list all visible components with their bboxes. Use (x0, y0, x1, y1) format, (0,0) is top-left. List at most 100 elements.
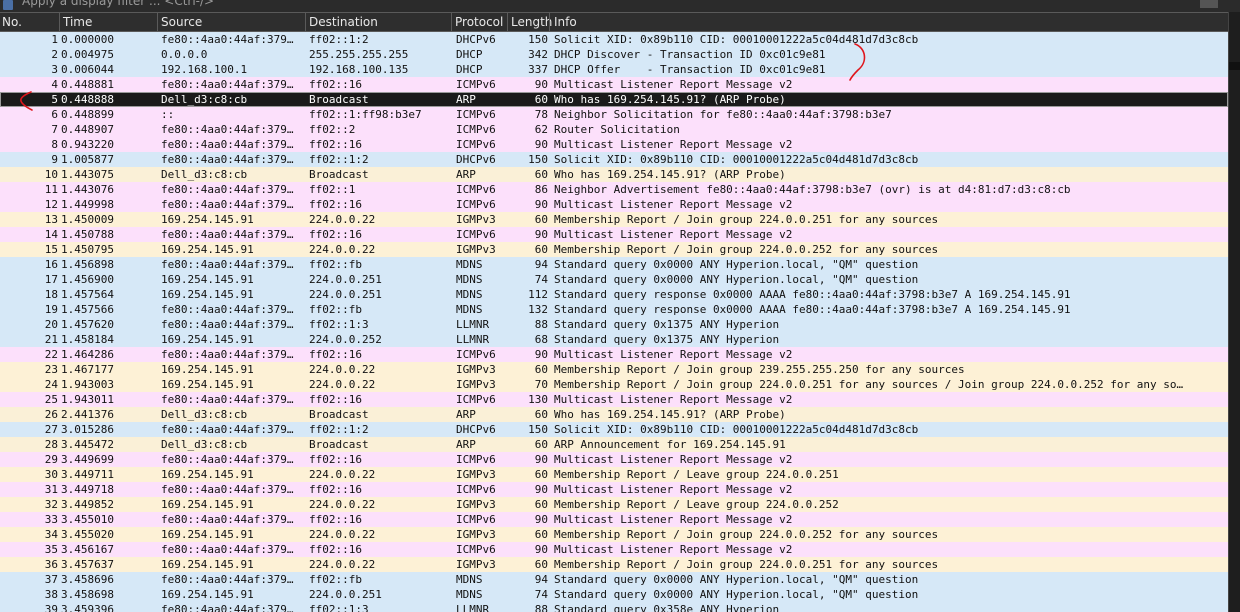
scrollbar-thumb[interactable] (1229, 62, 1240, 70)
packet-source: Dell_d3:c8:cb (161, 93, 248, 106)
packet-list-scrollbar[interactable] (1228, 12, 1240, 612)
packet-row[interactable]: 30 3.449711 169.254.145.91 224.0.0.22 IGMPv3… (0, 467, 1228, 482)
packet-protocol: LLMNR (456, 333, 490, 346)
packet-row[interactable]: 7 0.448907 fe80::4aa0:44af:379… ff02::2 ICMP… (0, 122, 1228, 137)
packet-time: 3.449711 (61, 468, 114, 481)
column-divider[interactable] (305, 13, 306, 31)
packet-row[interactable]: 3 0.006044 192.168.100.1 192.168.100.135 DHC… (0, 62, 1228, 77)
packet-row[interactable]: 39 3.459396 fe80::4aa0:44af:379… ff02::1:3 L… (0, 602, 1228, 612)
packet-length: 60 (534, 168, 548, 181)
packet-row[interactable]: 25 1.943011 fe80::4aa0:44af:379… ff02::16 IC… (0, 392, 1228, 407)
packet-row[interactable]: 26 2.441376 Dell_d3:c8:cb Broadcast ARP 60 Who… (0, 407, 1228, 422)
packet-row[interactable]: 9 1.005877 fe80::4aa0:44af:379… ff02::1:2 DH… (0, 152, 1228, 167)
packet-number: 3 (51, 63, 58, 76)
packet-row[interactable]: 33 3.455010 fe80::4aa0:44af:379… ff02::16 IC… (0, 512, 1228, 527)
packet-row[interactable]: 23 1.467177 169.254.145.91 224.0.0.22 IGMPv3… (0, 362, 1228, 377)
filter-expression-button[interactable] (1200, 0, 1218, 8)
packet-source: 169.254.145.91 (161, 378, 254, 391)
packet-source: 169.254.145.91 (161, 333, 254, 346)
column-divider[interactable] (549, 13, 550, 31)
packet-row[interactable]: 8 0.943220 fe80::4aa0:44af:379… ff02::16 ICM… (0, 137, 1228, 152)
packet-destination: 224.0.0.251 (309, 588, 382, 601)
packet-row[interactable]: 20 1.457620 fe80::4aa0:44af:379… ff02::1:3 L… (0, 317, 1228, 332)
packet-info: Multicast Listener Report Message v2 (554, 78, 793, 91)
column-divider[interactable] (451, 13, 452, 31)
packet-info: Who has 169.254.145.91? (ARP Probe) (554, 93, 786, 106)
bookmark-icon[interactable] (3, 0, 13, 10)
packet-length: 88 (534, 318, 548, 331)
packet-info: Multicast Listener Report Message v2 (554, 228, 793, 241)
packet-row[interactable]: 38 3.458698 169.254.145.91 224.0.0.251 MDNS 7… (0, 587, 1228, 602)
packet-row[interactable]: 29 3.449699 fe80::4aa0:44af:379… ff02::16 IC… (0, 452, 1228, 467)
packet-source: fe80::4aa0:44af:379… (161, 573, 294, 586)
packet-row[interactable]: 21 1.458184 169.254.145.91 224.0.0.252 LLMNR… (0, 332, 1228, 347)
packet-number: 33 (44, 513, 58, 526)
packet-row[interactable]: 12 1.449998 fe80::4aa0:44af:379… ff02::16 IC… (0, 197, 1228, 212)
packet-number: 15 (44, 243, 58, 256)
packet-list[interactable]: 1 0.000000 fe80::4aa0:44af:379… ff02::1:2 DH… (0, 32, 1228, 612)
packet-time: 3.449699 (61, 453, 114, 466)
packet-row[interactable]: 22 1.464286 fe80::4aa0:44af:379… ff02::16 IC… (0, 347, 1228, 362)
packet-info: Standard query 0x1375 ANY Hyperion (554, 318, 780, 331)
packet-info: Multicast Listener Report Message v2 (554, 513, 793, 526)
packet-row-selected[interactable]: 5 0.448888 Dell_d3:c8:cb Broadcast ARP 60 Who … (0, 92, 1228, 107)
packet-info: Multicast Listener Report Message v2 (554, 483, 793, 496)
packet-time: 0.448881 (61, 78, 114, 91)
packet-info: Membership Report / Join group 224.0.0.2… (554, 243, 939, 256)
packet-row[interactable]: 24 1.943003 169.254.145.91 224.0.0.22 IGMPv3… (0, 377, 1228, 392)
packet-length: 112 (528, 288, 548, 301)
column-divider[interactable] (507, 13, 508, 31)
packet-row[interactable]: 15 1.450795 169.254.145.91 224.0.0.22 IGMPv3… (0, 242, 1228, 257)
packet-source: 169.254.145.91 (161, 558, 254, 571)
column-header-info[interactable]: Info (554, 15, 577, 29)
packet-row[interactable]: 31 3.449718 fe80::4aa0:44af:379… ff02::16 IC… (0, 482, 1228, 497)
packet-destination: 224.0.0.251 (309, 288, 382, 301)
packet-length: 94 (534, 258, 548, 271)
packet-length: 60 (534, 213, 548, 226)
column-header-source[interactable]: Source (161, 15, 202, 29)
packet-number: 23 (44, 363, 58, 376)
packet-row[interactable]: 2 0.004975 0.0.0.0 255.255.255.255 DHCP 342 DH… (0, 47, 1228, 62)
packet-number: 38 (44, 588, 58, 601)
packet-row[interactable]: 34 3.455020 169.254.145.91 224.0.0.22 IGMPv3… (0, 527, 1228, 542)
display-filter-input[interactable]: Apply a display filter ... <Ctrl-/> (22, 0, 214, 8)
packet-length: 60 (534, 468, 548, 481)
column-header-time[interactable]: Time (63, 15, 92, 29)
packet-row[interactable]: 17 1.456900 169.254.145.91 224.0.0.251 MDNS 7… (0, 272, 1228, 287)
column-divider[interactable] (157, 13, 158, 31)
packet-number: 8 (51, 138, 58, 151)
packet-row[interactable]: 13 1.450009 169.254.145.91 224.0.0.22 IGMPv3… (0, 212, 1228, 227)
packet-row[interactable]: 28 3.445472 Dell_d3:c8:cb Broadcast ARP 60 ARP… (0, 437, 1228, 452)
packet-protocol: IGMPv3 (456, 468, 496, 481)
packet-source: :: (161, 108, 175, 121)
packet-length: 90 (534, 138, 548, 151)
packet-number: 28 (44, 438, 58, 451)
packet-number: 30 (44, 468, 58, 481)
packet-time: 0.006044 (61, 63, 114, 76)
packet-source: fe80::4aa0:44af:379… (161, 198, 294, 211)
packet-row[interactable]: 14 1.450788 fe80::4aa0:44af:379… ff02::16 IC… (0, 227, 1228, 242)
packet-row[interactable]: 10 1.443075 Dell_d3:c8:cb Broadcast ARP 60 Who… (0, 167, 1228, 182)
packet-row[interactable]: 19 1.457566 fe80::4aa0:44af:379… ff02::fb MD… (0, 302, 1228, 317)
packet-row[interactable]: 35 3.456167 fe80::4aa0:44af:379… ff02::16 IC… (0, 542, 1228, 557)
packet-row[interactable]: 32 3.449852 169.254.145.91 224.0.0.22 IGMPv3… (0, 497, 1228, 512)
column-header-no[interactable]: No. (2, 15, 22, 29)
packet-row[interactable]: 16 1.456898 fe80::4aa0:44af:379… ff02::fb MD… (0, 257, 1228, 272)
packet-row[interactable]: 36 3.457637 169.254.145.91 224.0.0.22 IGMPv3… (0, 557, 1228, 572)
packet-row[interactable]: 11 1.443076 fe80::4aa0:44af:379… ff02::1 ICM… (0, 182, 1228, 197)
packet-row[interactable]: 1 0.000000 fe80::4aa0:44af:379… ff02::1:2 DH… (0, 32, 1228, 47)
packet-row[interactable]: 4 0.448881 fe80::4aa0:44af:379… ff02::16 ICM… (0, 77, 1228, 92)
column-header-length[interactable]: Length (511, 15, 552, 29)
packet-row[interactable]: 37 3.458696 fe80::4aa0:44af:379… ff02::fb MD… (0, 572, 1228, 587)
column-divider[interactable] (59, 13, 60, 31)
packet-row[interactable]: 27 3.015286 fe80::4aa0:44af:379… ff02::1:2 D… (0, 422, 1228, 437)
packet-number: 1 (51, 33, 58, 46)
packet-row[interactable]: 6 0.448899:: ff02::1:ff98:b3e7 ICMPv6 78 Neig… (0, 107, 1228, 122)
column-header-destination[interactable]: Destination (309, 15, 378, 29)
column-header-protocol[interactable]: Protocol (455, 15, 503, 29)
packet-protocol: ARP (456, 93, 476, 106)
display-filter-bar[interactable]: Apply a display filter ... <Ctrl-/> (0, 0, 1240, 12)
packet-number: 22 (44, 348, 58, 361)
packet-row[interactable]: 18 1.457564 169.254.145.91 224.0.0.251 MDNS 1… (0, 287, 1228, 302)
packet-number: 5 (51, 93, 58, 106)
